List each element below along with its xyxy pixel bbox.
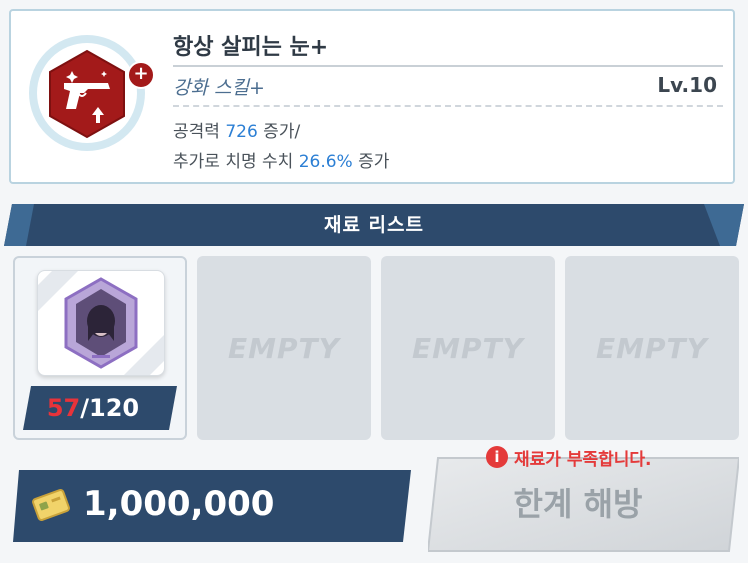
empty-label: EMPTY	[596, 332, 708, 365]
insufficient-materials-warning: i 재료가 부족합니다.	[486, 444, 652, 470]
skill-icon-frame: +	[29, 35, 155, 151]
limit-break-label: 한계 해방	[513, 485, 643, 523]
skill-type: 강화 스킬+	[173, 77, 265, 99]
info-icon: i	[486, 446, 508, 468]
limit-break-button[interactable]: 한계 해방	[428, 456, 739, 553]
material-count: 57/120	[23, 386, 177, 430]
material-list-title: 재료 리스트	[323, 214, 424, 236]
warning-text: 재료가 부족합니다.	[514, 449, 652, 470]
divider-dashed	[173, 105, 723, 107]
material-slot-1[interactable]: 57/120	[13, 256, 187, 440]
currency-display: 1,000,000	[13, 470, 411, 542]
material-required-count: /120	[80, 394, 140, 422]
material-item[interactable]	[37, 270, 165, 376]
material-slot-3[interactable]: EMPTY	[381, 256, 555, 440]
skill-name: 항상 살피는 눈+	[173, 35, 329, 60]
empty-label: EMPTY	[412, 332, 524, 365]
material-list-banner: 재료 리스트	[4, 204, 744, 246]
currency-amount: 1,000,000	[83, 484, 275, 524]
credit-card-icon	[32, 489, 70, 521]
skill-card: + 항상 살피는 눈+ 강화 스킬+ Lv.10 공격력 726 증가/ 추가로…	[9, 9, 735, 184]
material-current-count: 57	[46, 394, 81, 422]
material-slot-4[interactable]: EMPTY	[565, 256, 739, 440]
pistol-icon	[49, 49, 125, 139]
empty-label: EMPTY	[228, 332, 340, 365]
character-crystal-icon	[38, 271, 164, 375]
skill-description-line1: 공격력 726 증가/	[173, 122, 301, 142]
skill-level: Lv.10	[657, 73, 717, 97]
plus-badge-icon: +	[127, 61, 155, 89]
divider	[173, 65, 723, 67]
attack-value: 726	[225, 122, 258, 142]
material-slot-2[interactable]: EMPTY	[197, 256, 371, 440]
skill-description-line2: 추가로 치명 수치 26.6% 증가	[173, 152, 390, 172]
crit-value: 26.6%	[298, 152, 353, 172]
